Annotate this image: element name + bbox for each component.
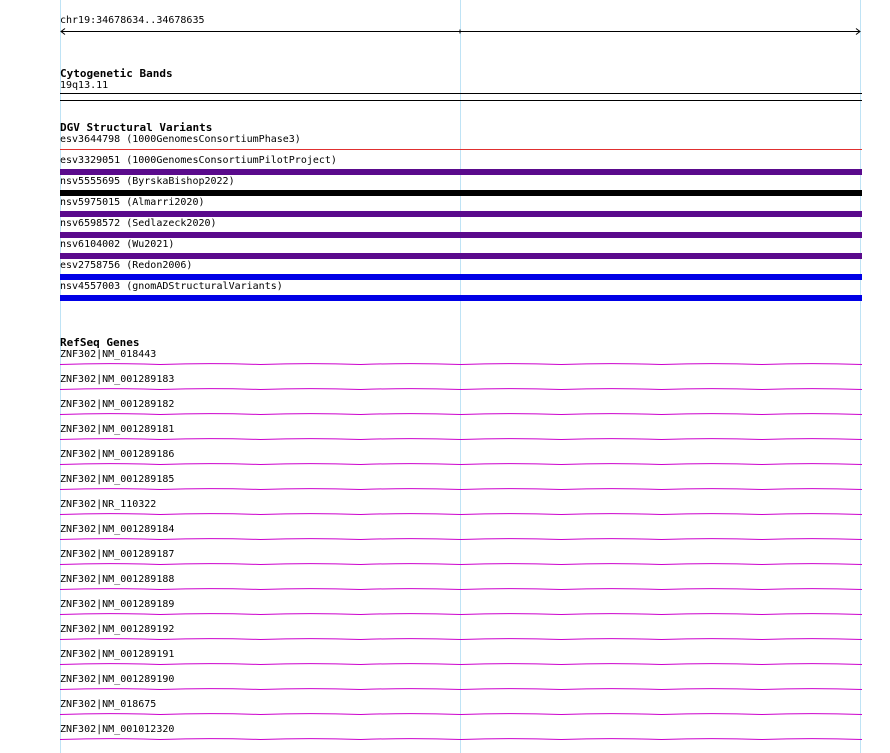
refseq-gene-label: ZNF302|NM_001289187 [60, 549, 175, 560]
refseq-gene-model[interactable] [59, 687, 863, 691]
refseq-gene-model[interactable] [59, 462, 863, 466]
dgv-variant-bar[interactable] [60, 169, 862, 175]
refseq-gene-model[interactable] [59, 512, 863, 516]
refseq-gene-model[interactable] [59, 362, 863, 366]
refseq-gene-label: ZNF302|NM_018443 [60, 349, 157, 360]
ruler-location-label: chr19:34678634..34678635 [60, 15, 205, 26]
refseq-gene-label: ZNF302|NM_001012320 [60, 724, 175, 735]
ruler-arrow [60, 28, 861, 35]
dgv-variant-label: nsv6598572 (Sedlazeck2020) [60, 218, 217, 229]
dgv-variant-label: nsv4557003 (gnomADStructuralVariants) [60, 281, 283, 292]
refseq-gene-model[interactable] [59, 587, 863, 591]
refseq-gene-line [59, 613, 863, 616]
dgv-variant-bar[interactable] [60, 253, 862, 259]
refseq-gene-model[interactable] [59, 412, 863, 416]
dgv-variant-bar[interactable] [60, 295, 862, 301]
refseq-gene-model[interactable] [59, 437, 863, 441]
dgv-variant-label: esv3644798 (1000GenomesConsortiumPhase3) [60, 134, 301, 145]
refseq-gene-label: ZNF302|NM_001289182 [60, 399, 175, 410]
refseq-gene-line [59, 738, 863, 741]
dgv-variant-bar[interactable] [60, 190, 862, 196]
refseq-gene-model[interactable] [59, 637, 863, 641]
refseq-gene-model[interactable] [59, 612, 863, 616]
refseq-gene-line [59, 513, 863, 516]
dgv-variant-label: nsv6104002 (Wu2021) [60, 239, 175, 250]
refseq-gene-label: ZNF302|NM_001289185 [60, 474, 175, 485]
refseq-gene-label: ZNF302|NM_018675 [60, 699, 157, 710]
refseq-gene-model[interactable] [59, 537, 863, 541]
dgv-variant-label: nsv5555695 (ByrskaBishop2022) [60, 176, 235, 187]
refseq-gene-line [59, 388, 863, 391]
dgv-variant-label: nsv5975015 (Almarri2020) [60, 197, 205, 208]
refseq-gene-line [59, 463, 863, 466]
refseq-gene-line [59, 588, 863, 591]
dgv-variant-label: esv2758756 (Redon2006) [60, 260, 193, 271]
cytoband-line-bottom [60, 100, 862, 101]
refseq-gene-label: ZNF302|NM_001289191 [60, 649, 175, 660]
refseq-gene-model[interactable] [59, 662, 863, 666]
dgv-variant-bar[interactable] [60, 274, 862, 280]
cytoband-label: 19q13.11 [60, 80, 109, 91]
cytoband-track-title: Cytogenetic Bands [60, 67, 173, 80]
refseq-gene-model[interactable] [59, 487, 863, 491]
dgv-variant-bar[interactable] [60, 232, 862, 238]
refseq-gene-line [59, 438, 863, 441]
refseq-gene-line [59, 713, 863, 716]
refseq-gene-label: ZNF302|NM_001289192 [60, 624, 175, 635]
refseq-gene-label: ZNF302|NM_001289184 [60, 524, 175, 535]
refseq-gene-line [59, 638, 863, 641]
refseq-gene-line [59, 363, 863, 366]
dgv-variant-bar[interactable] [60, 149, 862, 150]
refseq-gene-line [59, 488, 863, 491]
cytoband-line-top [60, 93, 862, 94]
refseq-gene-line [59, 663, 863, 666]
refseq-gene-line [59, 413, 863, 416]
refseq-gene-label: ZNF302|NM_001289189 [60, 599, 175, 610]
dgv-track-title: DGV Structural Variants [60, 121, 213, 134]
refseq-gene-label: ZNF302|NM_001289190 [60, 674, 175, 685]
refseq-gene-label: ZNF302|NM_001289183 [60, 374, 175, 385]
refseq-gene-label: ZNF302|NM_001289188 [60, 574, 175, 585]
genome-browser-panel: chr19:34678634..34678635 Cytogenetic Ban… [0, 0, 890, 753]
refseq-gene-line [59, 538, 863, 541]
refseq-gene-line [59, 563, 863, 566]
dgv-variant-bar[interactable] [60, 211, 862, 217]
dgv-variant-label: esv3329051 (1000GenomesConsortiumPilotPr… [60, 155, 337, 166]
refseq-gene-label: ZNF302|NR_110322 [60, 499, 157, 510]
refseq-gene-label: ZNF302|NM_001289181 [60, 424, 175, 435]
refseq-gene-model[interactable] [59, 387, 863, 391]
refseq-gene-model[interactable] [59, 562, 863, 566]
refseq-track-title: RefSeq Genes [60, 336, 140, 349]
refseq-gene-model[interactable] [59, 737, 863, 741]
refseq-gene-label: ZNF302|NM_001289186 [60, 449, 175, 460]
refseq-gene-line [59, 688, 863, 691]
refseq-gene-model[interactable] [59, 712, 863, 716]
